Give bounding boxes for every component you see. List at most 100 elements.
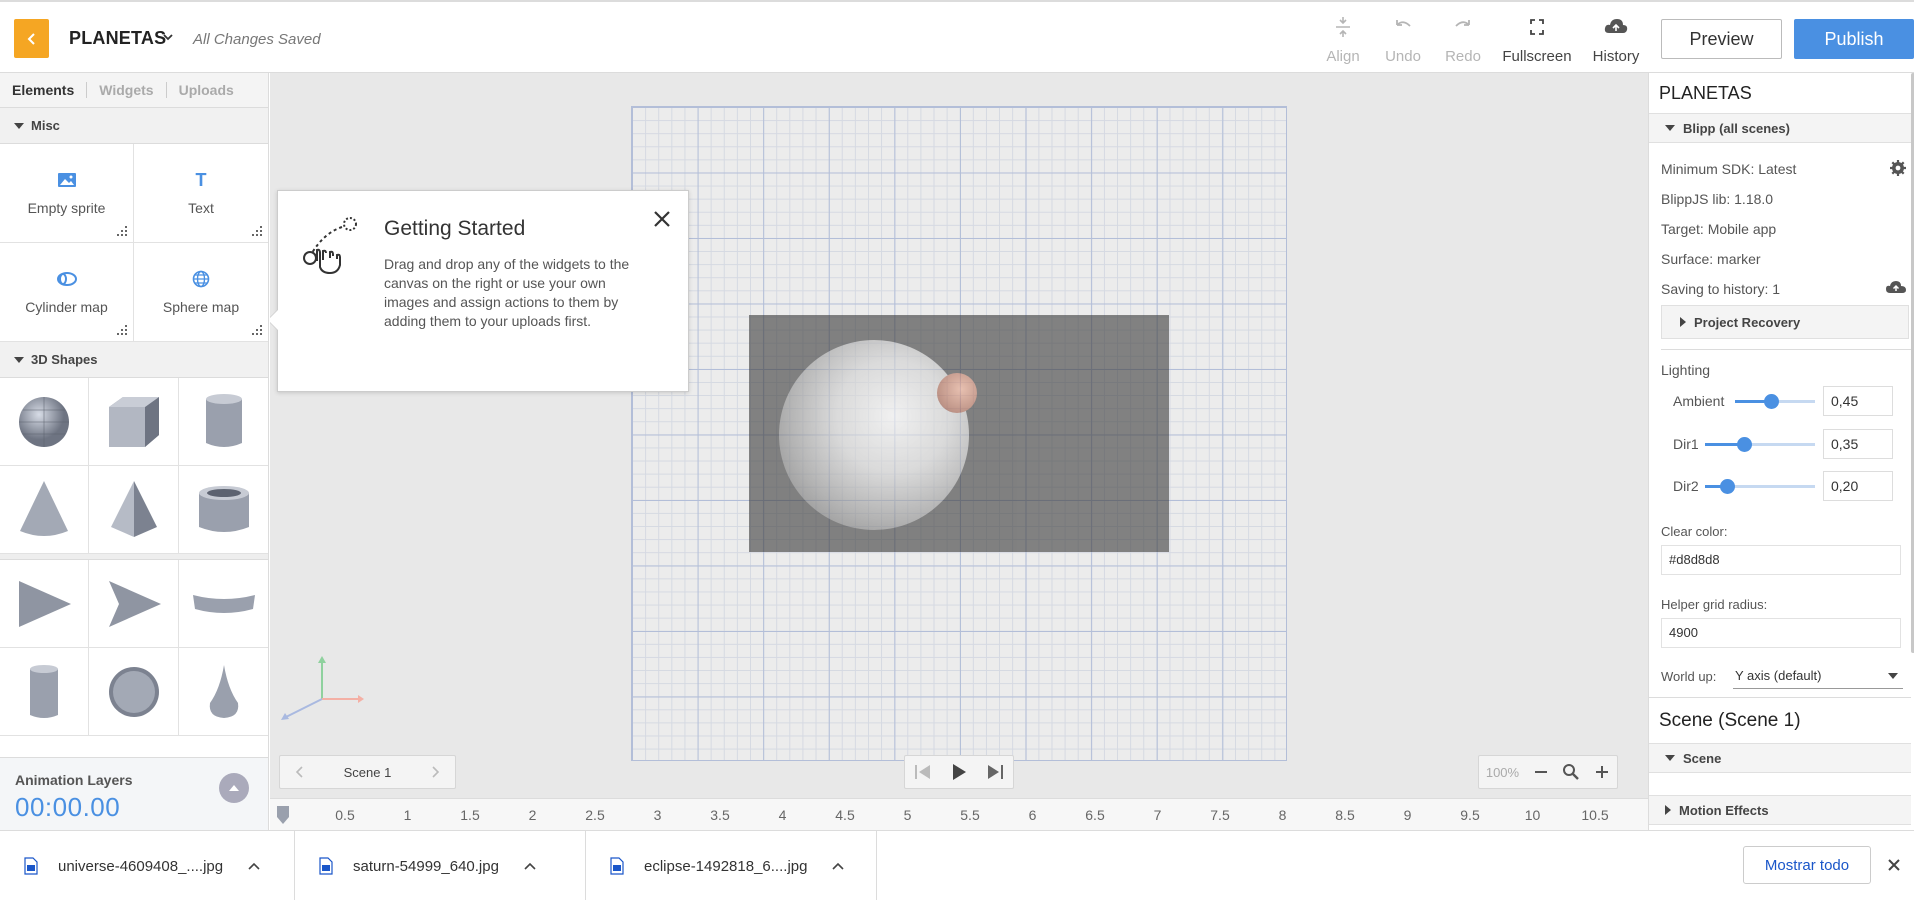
download-item[interactable]: universe-4609408_....jpg [0, 831, 295, 900]
preview-button[interactable]: Preview [1661, 19, 1782, 59]
chevron-left-icon[interactable] [294, 765, 304, 779]
back-button[interactable] [14, 19, 49, 58]
timeline-tick: 8.5 [1335, 807, 1355, 823]
drag-handle-icon[interactable] [252, 226, 262, 236]
cylinder-map-icon [56, 269, 78, 289]
properties-title: PLANETAS [1659, 83, 1752, 103]
slider-knob[interactable] [1737, 437, 1752, 452]
timeline-tick: 7.5 [1210, 807, 1230, 823]
caret-down-icon [1888, 673, 1898, 679]
timeline-ruler[interactable]: 0.5 1 1.5 2 2.5 3 3.5 4 4.5 5 5.5 6 6.5 7 7.5 8 8.5 9 9.5 1… [270, 798, 1648, 830]
cloud-upload-icon[interactable] [1885, 279, 1907, 295]
timeline-tick: 4.5 [835, 807, 855, 823]
misc-section-header[interactable]: Misc [0, 108, 268, 144]
shape-cone[interactable] [0, 466, 89, 554]
clear-color-input[interactable]: #d8d8d8 [1661, 545, 1901, 575]
blipp-section-title: Blipp (all scenes) [1683, 120, 1790, 136]
planet-image-sprite[interactable] [749, 315, 1169, 552]
caret-right-icon [1680, 317, 1686, 327]
scene-canvas[interactable]: 3D Scene 1 100% [270, 73, 1648, 798]
shape-arrow[interactable] [89, 560, 179, 648]
timeline-tick: 1.5 [460, 807, 480, 823]
chevron-right-icon[interactable] [431, 765, 441, 779]
slider-knob[interactable] [1720, 479, 1735, 494]
widget-text[interactable]: T Text [134, 144, 268, 243]
getting-started-popup: Getting Started Drag and drop any of the… [270, 190, 689, 392]
shape-triangle[interactable] [0, 560, 89, 648]
play-icon[interactable] [951, 763, 967, 781]
ambient-slider[interactable] [1735, 394, 1815, 409]
chevron-up-icon[interactable] [248, 862, 260, 870]
shape-sphere[interactable] [0, 378, 89, 466]
tab-elements[interactable]: Elements [0, 82, 88, 98]
drag-hand-icon [303, 217, 357, 275]
zoom-out-icon[interactable] [1533, 764, 1549, 780]
chevron-up-icon[interactable] [524, 862, 536, 870]
timeline-tick: 8 [1278, 807, 1287, 823]
project-recovery-section[interactable]: Project Recovery [1661, 305, 1909, 339]
animation-time: 00:00.00 [15, 792, 121, 822]
redo-button[interactable]: Redo [1428, 16, 1498, 65]
motion-effects-section-header[interactable]: Motion Effects [1649, 795, 1911, 825]
blippjs-lib-text: BlippJS lib: 1.18.0 [1661, 191, 1774, 207]
fullscreen-button[interactable]: Fullscreen [1502, 16, 1572, 65]
playhead-icon[interactable] [276, 805, 290, 825]
chevron-down-icon[interactable] [162, 32, 174, 42]
dir1-value-input[interactable]: 0,35 [1823, 429, 1893, 459]
drag-handle-icon[interactable] [117, 325, 127, 335]
dir1-slider[interactable] [1705, 437, 1815, 452]
shape-tube[interactable] [179, 466, 268, 554]
chevron-up-icon[interactable] [832, 862, 845, 870]
widget-label: Sphere map [162, 299, 240, 315]
timeline-tick: 7 [1153, 807, 1162, 823]
helper-grid-input[interactable]: 4900 [1661, 618, 1901, 648]
skip-end-icon[interactable] [986, 764, 1004, 780]
shape-disc[interactable] [89, 648, 179, 736]
animation-layers-title: Animation Layers [15, 772, 133, 788]
show-all-downloads-button[interactable]: Mostrar todo [1743, 846, 1871, 884]
drag-handle-icon[interactable] [252, 325, 262, 335]
publish-button[interactable]: Publish [1794, 19, 1914, 59]
widget-cylinder-map[interactable]: Cylinder map [0, 243, 134, 342]
project-title[interactable]: PLANETAS [69, 28, 166, 49]
shape-curved-plane[interactable] [179, 560, 268, 648]
drag-handle-icon[interactable] [117, 226, 127, 236]
scene-section-title: Scene [1683, 750, 1722, 766]
widget-empty-sprite[interactable]: Empty sprite [0, 144, 134, 243]
world-up-select[interactable]: Y axis (default) [1733, 661, 1903, 689]
gear-icon[interactable] [1889, 159, 1907, 177]
target-text: Target: Mobile app [1661, 221, 1777, 237]
shape-cube[interactable] [89, 378, 179, 466]
zoom-controls: 100% [1478, 755, 1618, 789]
dir2-value-input[interactable]: 0,20 [1823, 471, 1893, 501]
shapes-section-header[interactable]: 3D Shapes [0, 342, 268, 378]
helper-grid-label: Helper grid radius: [1661, 597, 1768, 612]
shape-pyramid[interactable] [89, 466, 179, 554]
popup-description: Drag and drop any of the widgets to the … [384, 256, 630, 329]
blipp-section-header[interactable]: Blipp (all scenes) [1649, 113, 1911, 143]
timeline-tick: 5 [903, 807, 912, 823]
download-item[interactable]: saturn-54999_640.jpg [295, 831, 586, 900]
shape-cylinder[interactable] [179, 378, 268, 466]
history-button[interactable]: History [1581, 16, 1651, 65]
slider-knob[interactable] [1764, 394, 1779, 409]
timeline-tick: 5.5 [960, 807, 980, 823]
shape-drop[interactable] [179, 648, 268, 736]
download-item[interactable]: eclipse-1492818_6....jpg [586, 831, 877, 900]
close-icon[interactable] [1886, 857, 1902, 873]
tab-widgets[interactable]: Widgets [87, 82, 167, 98]
arrow-icon [108, 580, 161, 627]
dir2-slider[interactable] [1705, 479, 1815, 494]
scene-section-header[interactable]: Scene [1649, 743, 1911, 773]
cube-icon [108, 396, 159, 447]
skip-start-icon[interactable] [914, 764, 932, 780]
ambient-value-input[interactable]: 0,45 [1823, 386, 1893, 416]
zoom-in-icon[interactable] [1594, 764, 1610, 780]
widget-sphere-map[interactable]: Sphere map [134, 243, 268, 342]
shape-can[interactable] [0, 648, 89, 736]
tab-uploads[interactable]: Uploads [167, 82, 246, 98]
animation-expand-button[interactable] [219, 773, 249, 803]
search-icon[interactable] [1562, 763, 1580, 781]
close-icon[interactable] [650, 207, 674, 231]
dir1-slider-row: Dir1 0,35 [1649, 429, 1911, 459]
